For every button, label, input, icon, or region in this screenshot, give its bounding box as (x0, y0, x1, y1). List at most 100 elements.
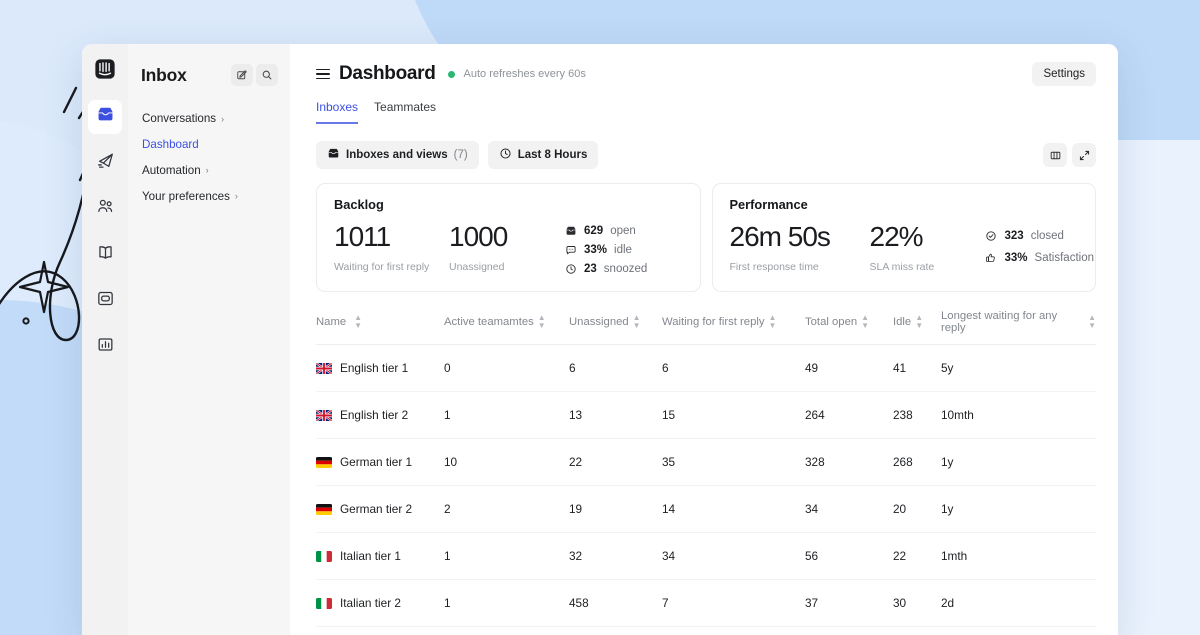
metric-first-response-time: 26m 50s First response time (730, 221, 870, 273)
metric-value: 26m 50s (730, 221, 870, 252)
table-body: English tier 106649415yEnglish tier 2113… (316, 345, 1096, 627)
sidebar-item-dashboard[interactable]: Dashboard (140, 132, 278, 158)
table-row[interactable]: Italian tier 21458737302d (316, 580, 1096, 627)
filter-count: (7) (454, 149, 468, 161)
sidebar-item-automation[interactable]: Automation › (140, 158, 278, 184)
filter-label: Last 8 Hours (518, 149, 588, 161)
de-flag (316, 457, 332, 468)
cell-active-teammates: 1 (444, 549, 569, 563)
paper-plane-icon (96, 151, 115, 175)
cell-total-open: 34 (805, 502, 893, 516)
tab-teammates[interactable]: Teammates (374, 100, 436, 124)
cell-idle: 30 (893, 596, 941, 610)
rail-item-reports[interactable] (88, 330, 122, 364)
mini-stat-label: closed (1031, 230, 1064, 242)
cell-idle: 238 (893, 408, 941, 422)
stat-cards: Backlog 1011 Waiting for first reply 100… (290, 169, 1118, 292)
speech-bubble-icon (564, 243, 577, 256)
cell-unassigned: 13 (569, 408, 662, 422)
sidebar-nav: Conversations › Dashboard Automation › Y… (128, 106, 290, 210)
sidebar-header: Inbox (128, 58, 290, 92)
table-row[interactable]: English tier 106649415y (316, 345, 1096, 392)
metric-value: 22% (870, 221, 985, 252)
sidebar-item-conversations[interactable]: Conversations › (140, 106, 278, 132)
column-header-name[interactable]: Name ▲▼ (316, 310, 444, 334)
column-header-longest-waiting[interactable]: Longest waiting for any reply ▲▼ (941, 310, 1096, 334)
sidebar-title: Inbox (141, 65, 187, 86)
cell-waiting-first-reply: 34 (662, 549, 805, 563)
expand-icon[interactable] (1072, 143, 1096, 167)
cell-total-open: 37 (805, 596, 893, 610)
inboxes-table: Name ▲▼ Active teamamtes ▲▼ Unassigned ▲… (290, 292, 1118, 635)
clock-icon (564, 262, 577, 275)
filter-time-range[interactable]: Last 8 Hours (488, 141, 599, 169)
table-row[interactable]: German tier 22191434201y (316, 486, 1096, 533)
sidebar-item-label: Conversations (142, 112, 216, 126)
rail-item-outbound[interactable] (88, 146, 122, 180)
cell-longest-waiting: 1y (941, 502, 1096, 516)
check-circle-icon (985, 229, 998, 242)
cell-longest-waiting: 2d (941, 596, 1096, 610)
rail-item-articles[interactable] (88, 238, 122, 272)
column-label: Name (316, 316, 346, 328)
column-header-waiting-first-reply[interactable]: Waiting for first reply ▲▼ (662, 310, 805, 334)
cell-active-teammates: 10 (444, 455, 569, 469)
column-header-idle[interactable]: Idle ▲▼ (893, 310, 941, 334)
inbox-icon (96, 105, 115, 129)
sort-icon: ▲▼ (1088, 314, 1096, 330)
sidebar-item-your-preferences[interactable]: Your preferences › (140, 184, 278, 210)
row-name: Italian tier 2 (340, 596, 401, 610)
mini-stat-open: 629 open (564, 224, 647, 237)
card-title: Backlog (334, 197, 683, 212)
mini-stat-snoozed: 23 snoozed (564, 262, 647, 275)
cell-unassigned: 22 (569, 455, 662, 469)
hamburger-icon[interactable] (316, 69, 330, 80)
cell-active-teammates: 1 (444, 408, 569, 422)
compose-icon[interactable] (231, 64, 253, 86)
sort-icon: ▲▼ (769, 314, 777, 330)
tab-inboxes[interactable]: Inboxes (316, 100, 358, 124)
cell-waiting-first-reply: 6 (662, 361, 805, 375)
table-row[interactable]: English tier 21131526423810mth (316, 392, 1096, 439)
cell-active-teammates: 2 (444, 502, 569, 516)
column-label: Idle (893, 316, 911, 328)
filter-inboxes-and-views[interactable]: Inboxes and views (7) (316, 141, 479, 169)
table-row[interactable]: German tier 11022353282681y (316, 439, 1096, 486)
cell-total-open: 328 (805, 455, 893, 469)
rail-item-inbox[interactable] (88, 100, 122, 134)
rail-item-messenger[interactable] (88, 284, 122, 318)
sidebar-item-label: Your preferences (142, 190, 230, 204)
card-title: Performance (730, 197, 1079, 212)
card-backlog: Backlog 1011 Waiting for first reply 100… (316, 183, 701, 292)
table-row[interactable]: Italian tier 11323456221mth (316, 533, 1096, 580)
main-header: Dashboard Auto refreshes every 60s Setti… (290, 44, 1118, 86)
filter-bar: Inboxes and views (7) Last 8 Hours (290, 124, 1118, 169)
sidebar-item-label: Automation (142, 164, 201, 178)
chevron-right-icon: › (206, 165, 209, 176)
uk-flag (316, 363, 332, 374)
column-header-total-open[interactable]: Total open ▲▼ (805, 310, 893, 334)
book-icon (96, 243, 115, 267)
cell-total-open: 56 (805, 549, 893, 563)
rail-item-contacts[interactable] (88, 192, 122, 226)
cell-total-open: 49 (805, 361, 893, 375)
metric-label: SLA miss rate (870, 261, 985, 273)
inbox-icon (564, 224, 577, 237)
column-header-active-teammates[interactable]: Active teamamtes ▲▼ (444, 310, 569, 334)
search-icon[interactable] (256, 64, 278, 86)
cell-longest-waiting: 5y (941, 361, 1096, 375)
mini-stat-label: open (610, 225, 636, 237)
columns-icon[interactable] (1043, 143, 1067, 167)
mini-stat-value: 23 (584, 263, 597, 275)
intercom-logo-icon[interactable] (90, 54, 120, 84)
column-header-unassigned[interactable]: Unassigned ▲▼ (569, 310, 662, 334)
metric-label: First response time (730, 261, 870, 273)
filter-label: Inboxes and views (346, 149, 448, 161)
sort-icon: ▲▼ (354, 314, 362, 330)
settings-button[interactable]: Settings (1032, 62, 1096, 86)
cell-active-teammates: 1 (444, 596, 569, 610)
metric-sla-miss-rate: 22% SLA miss rate (870, 221, 985, 273)
people-icon (96, 197, 115, 221)
cell-active-teammates: 0 (444, 361, 569, 375)
cell-unassigned: 19 (569, 502, 662, 516)
